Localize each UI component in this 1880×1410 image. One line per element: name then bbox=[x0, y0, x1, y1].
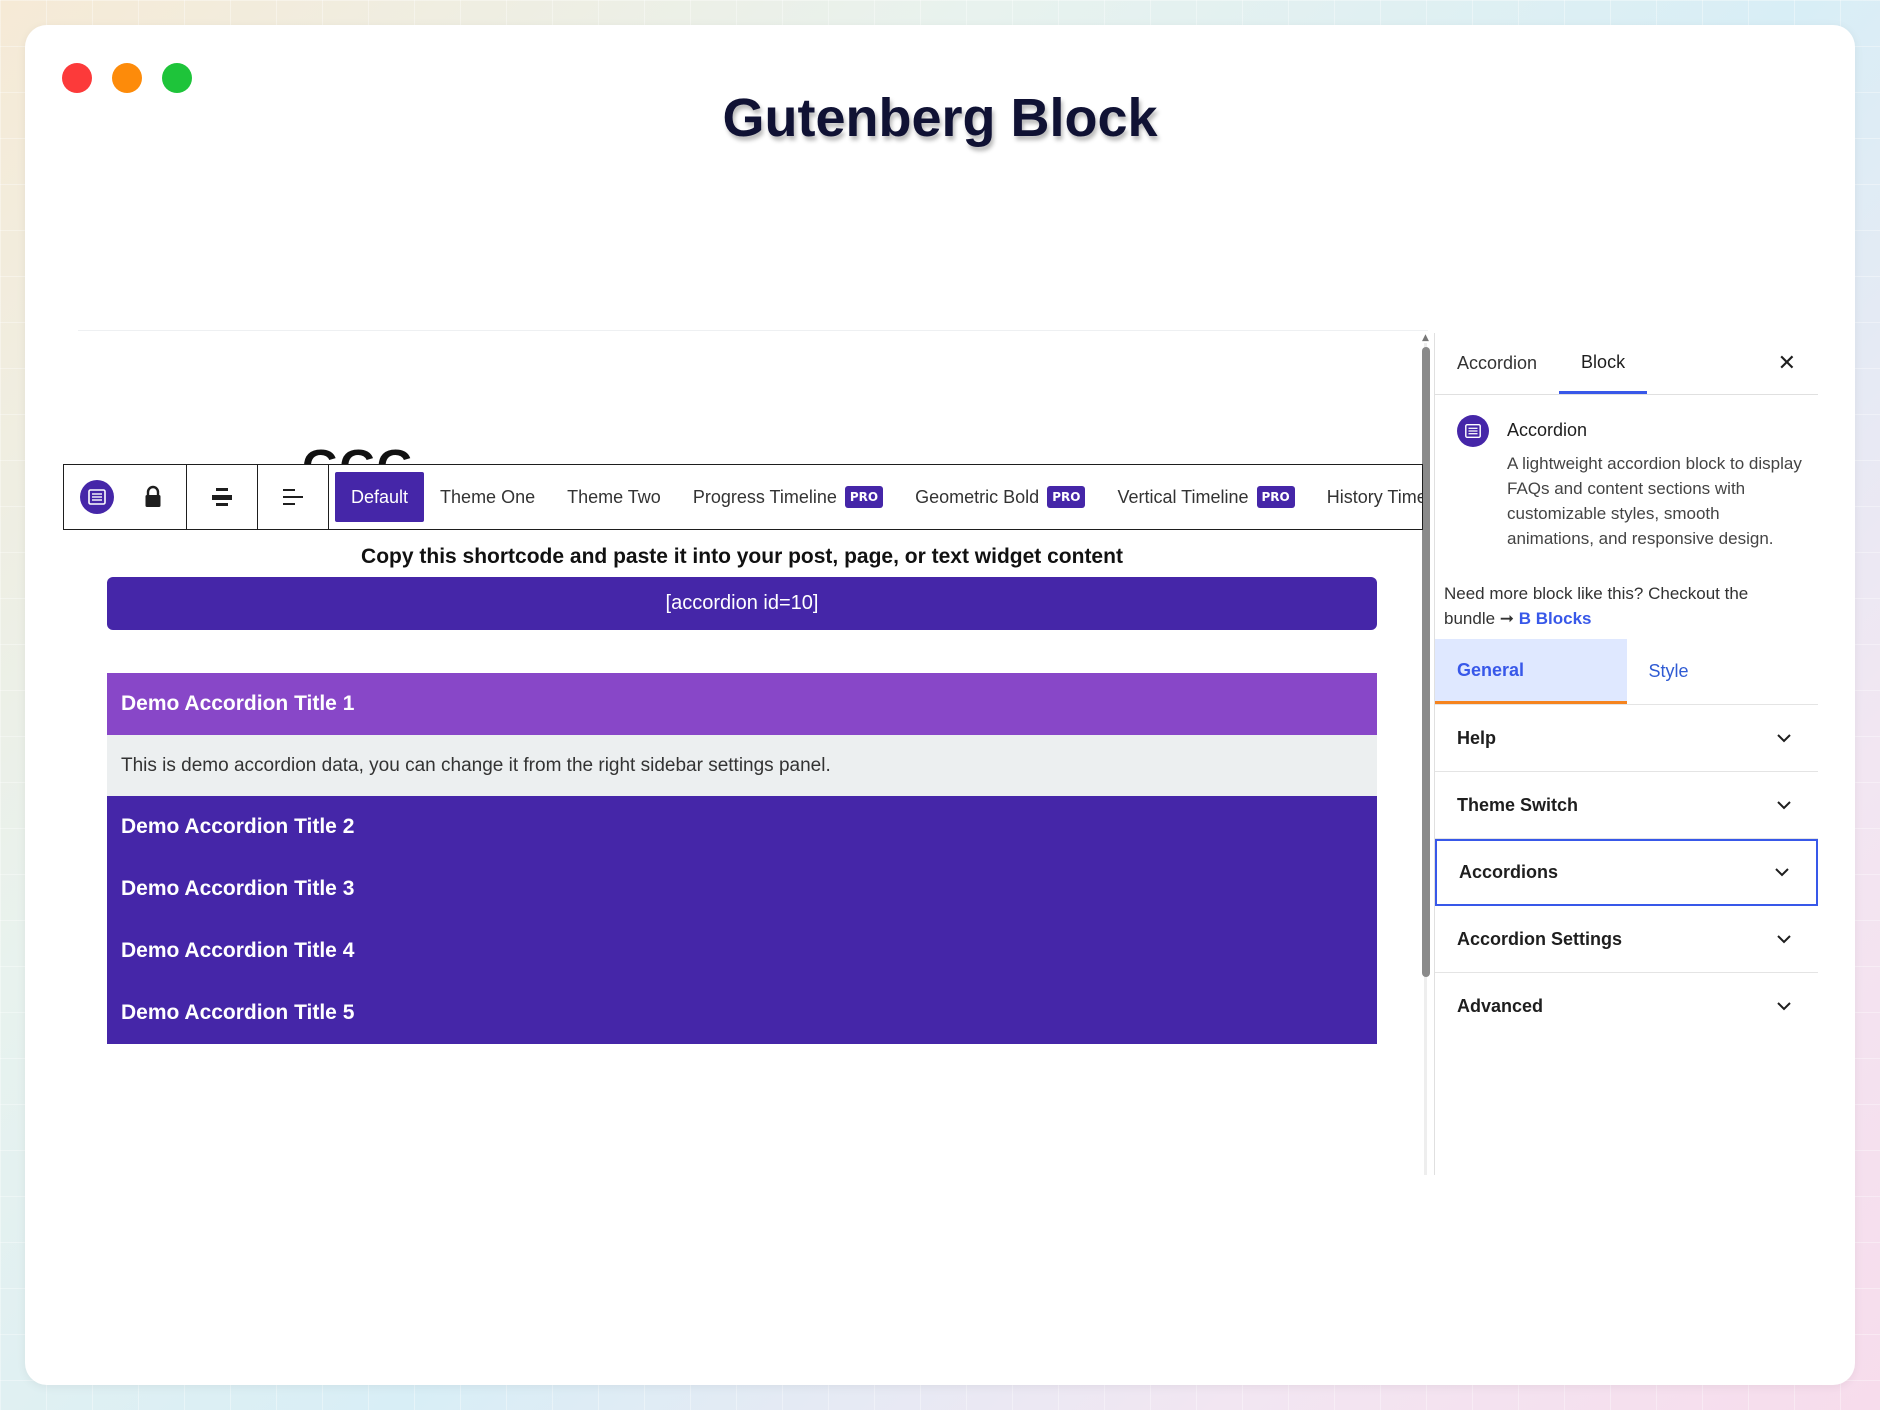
chevron-down-icon bbox=[1776, 999, 1792, 1015]
theme-tab-label: Default bbox=[351, 486, 409, 507]
panel-title: Accordion Settings bbox=[1457, 928, 1623, 949]
accordion-item-2-header[interactable]: Demo Accordion Title 2 bbox=[107, 796, 1377, 858]
theme-tab-vertical-timeline[interactable]: Vertical Timeline PRO bbox=[1101, 472, 1310, 522]
pro-badge: PRO bbox=[844, 486, 884, 508]
theme-tab-label: Theme Two bbox=[567, 486, 661, 507]
panel-advanced[interactable]: Advanced bbox=[1435, 973, 1818, 1040]
block-card-title: Accordion bbox=[1507, 420, 1588, 440]
align-left-icon bbox=[283, 489, 303, 505]
promo-label: Need more block like this? Checkout the … bbox=[1444, 584, 1749, 628]
toolbar-group-block bbox=[64, 465, 187, 529]
accordion-block-icon bbox=[1457, 415, 1489, 447]
accordion-title: Demo Accordion Title 4 bbox=[121, 939, 355, 962]
panel-help[interactable]: Help bbox=[1435, 705, 1818, 772]
promo-text: Need more block like this? Checkout the … bbox=[1435, 581, 1818, 631]
accordion-body-text: This is demo accordion data, you can cha… bbox=[121, 754, 831, 776]
pro-badge: PRO bbox=[1256, 486, 1295, 508]
lock-button[interactable] bbox=[134, 478, 172, 516]
accordion-title: Demo Accordion Title 2 bbox=[121, 815, 355, 838]
panel-theme-switch[interactable]: Theme Switch bbox=[1435, 772, 1818, 839]
theme-tab-geometric-bold[interactable]: Geometric Bold PRO bbox=[899, 472, 1101, 522]
accordion-block-icon bbox=[80, 480, 114, 514]
tab-style[interactable]: Style bbox=[1627, 639, 1819, 704]
accordion-item-3-header[interactable]: Demo Accordion Title 3 bbox=[107, 858, 1377, 920]
accordion-item-1-body: This is demo accordion data, you can cha… bbox=[107, 735, 1377, 796]
tab-general[interactable]: General bbox=[1435, 639, 1627, 704]
editor-scrollbar[interactable]: ▲ bbox=[1422, 333, 1430, 1175]
accordion-item-4-header[interactable]: Demo Accordion Title 4 bbox=[107, 920, 1377, 982]
panel-title: Theme Switch bbox=[1457, 794, 1579, 815]
toolbar-group-align bbox=[187, 465, 258, 529]
panel-title: Accordions bbox=[1459, 862, 1559, 882]
scrollbar-thumb[interactable] bbox=[1422, 347, 1430, 977]
toolbar-group-text-align bbox=[258, 465, 329, 529]
scroll-up-arrow-icon[interactable]: ▲ bbox=[1422, 333, 1429, 343]
close-icon[interactable]: ✕ bbox=[1778, 351, 1796, 376]
shortcode-value[interactable]: [accordion id=10] bbox=[107, 577, 1377, 630]
accordion-item-1-header[interactable]: Demo Accordion Title 1 bbox=[107, 673, 1377, 735]
lock-icon bbox=[145, 485, 161, 507]
tab-block[interactable]: Block bbox=[1559, 333, 1648, 394]
partial-heading: GGG bbox=[302, 446, 414, 466]
chevron-down-icon bbox=[1776, 797, 1792, 813]
settings-tabs: General Style bbox=[1435, 639, 1818, 705]
align-button[interactable] bbox=[203, 478, 241, 516]
panel-title: Help bbox=[1457, 727, 1497, 748]
tab-accordion[interactable]: Accordion bbox=[1435, 333, 1559, 394]
theme-tab-default[interactable]: Default bbox=[335, 472, 425, 522]
chevron-down-icon bbox=[1776, 730, 1792, 746]
accordion-block: Demo Accordion Title 1 This is demo acco… bbox=[107, 673, 1377, 1044]
text-align-button[interactable] bbox=[274, 478, 312, 516]
accordion-title: Demo Accordion Title 3 bbox=[121, 877, 355, 900]
chevron-down-icon bbox=[1776, 931, 1792, 947]
theme-tab-one[interactable]: Theme One bbox=[424, 472, 551, 522]
theme-tab-label: Progress Timeline bbox=[692, 486, 837, 507]
block-toolbar: Default Theme One Theme Two Progress Tim… bbox=[63, 464, 1423, 530]
panel-accordions[interactable]: Accordions bbox=[1435, 839, 1818, 906]
block-type-button[interactable] bbox=[78, 478, 116, 516]
shortcode-instructions: Copy this shortcode and paste it into yo… bbox=[361, 545, 1123, 568]
pro-badge: PRO bbox=[1047, 486, 1086, 508]
align-center-icon bbox=[212, 488, 232, 506]
theme-tab-label: Vertical Timeline bbox=[1117, 486, 1249, 507]
theme-tab-progress-timeline[interactable]: Progress Timeline PRO bbox=[677, 472, 899, 522]
accordion-item-5-header[interactable]: Demo Accordion Title 5 bbox=[107, 982, 1377, 1044]
accordion-title: Demo Accordion Title 1 bbox=[121, 692, 355, 715]
theme-tab-label: Geometric Bold bbox=[915, 486, 1040, 507]
window-title: Gutenberg Block bbox=[722, 88, 1158, 148]
theme-tab-two[interactable]: Theme Two bbox=[551, 472, 677, 522]
sidebar-tabs: Accordion Block ✕ bbox=[1435, 333, 1818, 395]
theme-tab-label: Theme One bbox=[440, 486, 536, 507]
chevron-down-icon bbox=[1774, 865, 1790, 881]
theme-tab-label: History Timeline bbox=[1326, 486, 1423, 507]
theme-tab-history-timeline[interactable]: History Timeline bbox=[1311, 472, 1423, 522]
theme-tabs: Default Theme One Theme Two Progress Tim… bbox=[329, 465, 1423, 529]
settings-sidebar: Accordion Block ✕ Accordion A lightweigh… bbox=[1434, 333, 1818, 1175]
b-blocks-link[interactable]: B Blocks bbox=[1519, 609, 1592, 628]
accordion-title: Demo Accordion Title 5 bbox=[121, 1001, 355, 1024]
panel-accordion-settings[interactable]: Accordion Settings bbox=[1435, 906, 1818, 973]
block-card: Accordion A lightweight accordion block … bbox=[1435, 395, 1818, 551]
panel-title: Advanced bbox=[1457, 996, 1544, 1016]
block-card-description: A lightweight accordion block to display… bbox=[1507, 454, 1802, 548]
